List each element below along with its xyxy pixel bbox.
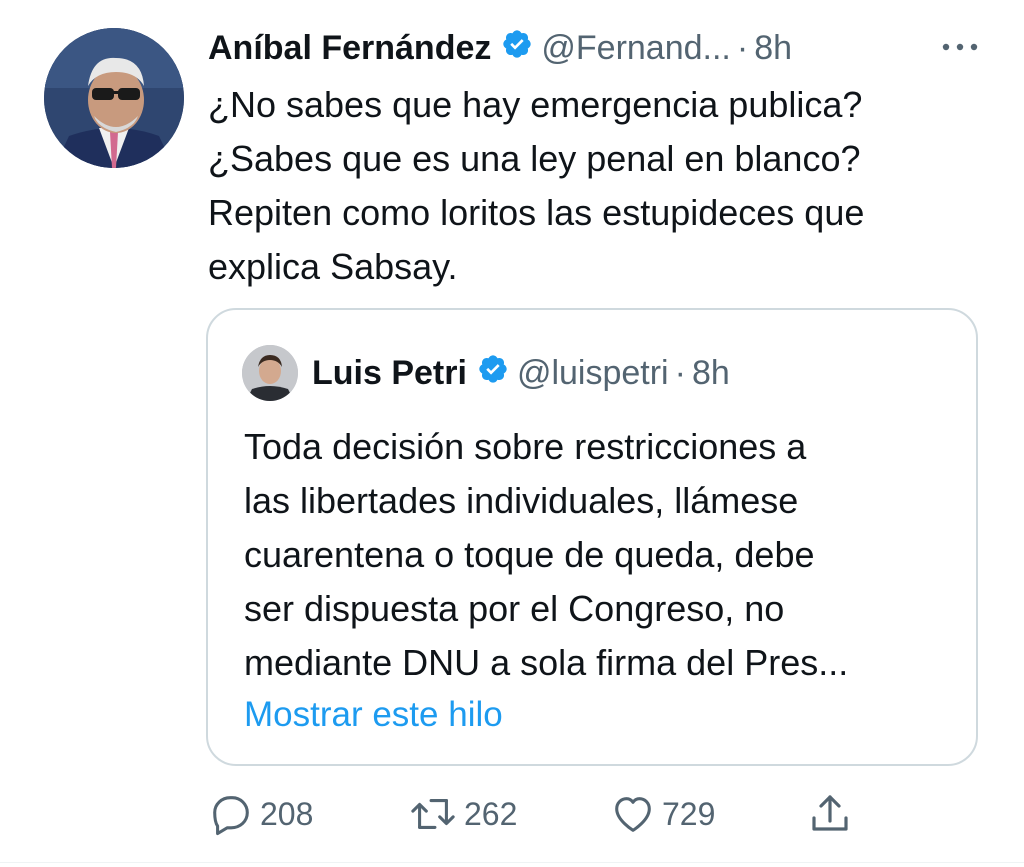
author-avatar[interactable] [44, 28, 184, 168]
quoted-text-line: ser dispuesta por el Congreso, no [244, 588, 785, 629]
tweet-header: Aníbal Fernández @Fernand... · 8h [208, 24, 792, 72]
tweet-text-line: Repiten como loritos las estupideces que [208, 192, 865, 233]
tweet-text-line: ¿No sabes que hay emergencia publica? [208, 84, 863, 125]
author-name[interactable]: Aníbal Fernández [208, 29, 491, 68]
quoted-tweet-time[interactable]: 8h [692, 354, 730, 393]
retweet-icon [411, 799, 455, 829]
separator-dot: · [736, 28, 749, 67]
quoted-tweet-text: Toda decisión sobre restricciones a las … [244, 420, 964, 690]
tweet-text-line: ¿Sabes que es una ley penal en blanco? [208, 138, 861, 179]
retweet-count: 262 [464, 795, 518, 832]
quoted-text-line: cuarentena o toque de queda, debe [244, 534, 815, 575]
reply-button[interactable]: 208 [208, 788, 313, 840]
reply-count: 208 [260, 795, 314, 832]
tweet-time[interactable]: 8h [754, 29, 792, 68]
like-count: 729 [662, 795, 716, 832]
retweet-button[interactable]: 262 [408, 788, 517, 840]
quoted-tweet-header: Luis Petri @luispetri · 8h [242, 344, 730, 402]
like-button[interactable]: 729 [610, 788, 715, 840]
tweet-actions: 208 262 729 [0, 788, 1024, 840]
tweet-text: ¿No sabes que hay emergencia publica? ¿S… [208, 78, 998, 294]
tweet-text-line: explica Sabsay. [208, 246, 458, 287]
quoted-profile-photo [242, 345, 298, 401]
reply-icon [213, 796, 249, 836]
quoted-text-line: mediante DNU a sola firma del Pres... [244, 642, 849, 683]
more-options-icon[interactable] [932, 30, 988, 64]
separator-dot: · [674, 353, 686, 392]
share-button[interactable] [806, 788, 860, 840]
author-handle[interactable]: @Fernand... [541, 29, 731, 68]
show-thread-link[interactable]: Mostrar este hilo [244, 695, 503, 735]
share-icon [812, 795, 848, 831]
quoted-author-name[interactable]: Luis Petri [312, 354, 467, 393]
verified-badge-icon [501, 28, 533, 69]
quoted-tweet-card[interactable]: Luis Petri @luispetri · 8h Toda decisión… [206, 308, 978, 766]
quoted-text-line: las libertades individuales, llámese [244, 480, 799, 521]
quoted-author-handle[interactable]: @luispetri [517, 354, 669, 393]
verified-badge-icon [477, 353, 509, 394]
divider [0, 862, 1024, 863]
quoted-text-line: Toda decisión sobre restricciones a [244, 426, 807, 467]
heart-icon [615, 797, 651, 832]
profile-photo [44, 28, 184, 168]
quoted-author-avatar [242, 345, 298, 401]
